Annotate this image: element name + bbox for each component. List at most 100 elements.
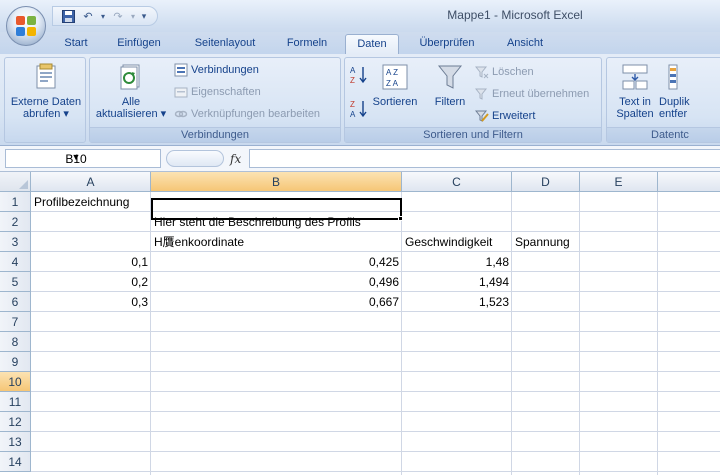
- svg-text:A: A: [350, 66, 356, 75]
- gridline: [31, 391, 720, 392]
- insert-function-icon[interactable]: fx: [230, 152, 241, 166]
- reapply-button[interactable]: Erneut übernehmen: [474, 85, 589, 103]
- group-sort-filter: AZ ZA A ZZ A Sortieren Filtern Löschen E…: [344, 57, 602, 143]
- remove-duplicates-label: Duplik: [659, 96, 690, 108]
- formula-resize-handle[interactable]: [166, 150, 224, 167]
- gridline: [31, 471, 720, 472]
- remove-duplicates-label-2: entfer: [659, 108, 688, 120]
- external-data-icon: [32, 62, 60, 92]
- gridline: [31, 431, 720, 432]
- connections-button[interactable]: Verbindungen: [174, 61, 259, 79]
- row-header-8[interactable]: 8: [0, 332, 31, 352]
- properties-button[interactable]: Eigenschaften: [174, 83, 261, 101]
- group-external-data: Externe Daten abrufen ▾: [4, 57, 86, 143]
- office-button[interactable]: [6, 6, 46, 46]
- connections-icon: [174, 63, 188, 77]
- tab-formeln[interactable]: Formeln: [278, 34, 336, 54]
- clear-button[interactable]: Löschen: [474, 63, 534, 81]
- reapply-filter-icon: [474, 87, 489, 101]
- gridline: [31, 411, 720, 412]
- refresh-all-label-2: aktualisieren ▾: [95, 108, 167, 120]
- tab-start[interactable]: Start: [55, 34, 97, 54]
- text-to-columns-button[interactable]: Text in Spalten: [611, 62, 659, 120]
- sort-ascending-icon: AZ: [350, 66, 367, 85]
- row-header-5[interactable]: 5: [0, 272, 31, 292]
- formula-input[interactable]: [249, 149, 720, 168]
- formula-controls: fx: [164, 149, 249, 168]
- text-to-columns-label: Text in: [619, 96, 651, 108]
- tab-ueberpruefen[interactable]: Überprüfen: [408, 34, 486, 54]
- ribbon-tabs: Start Einfügen Seitenlayout Formeln Date…: [0, 32, 720, 54]
- edit-links-button[interactable]: Verknüpfungen bearbeiten: [174, 105, 320, 123]
- sort-icon: A Z Z A: [381, 62, 409, 92]
- tab-daten[interactable]: Daten: [345, 34, 399, 54]
- filter-button[interactable]: Filtern: [425, 62, 475, 108]
- external-data-label: Externe Daten: [10, 96, 82, 108]
- sort-descending-button[interactable]: ZA: [349, 98, 369, 120]
- select-all-corner[interactable]: [0, 172, 31, 192]
- svg-text:Z: Z: [350, 76, 355, 85]
- row-header-3[interactable]: 3: [0, 232, 31, 252]
- cell-a4[interactable]: 0,1: [31, 252, 151, 272]
- advanced-button[interactable]: Erweitert: [474, 107, 535, 125]
- fill-handle[interactable]: [398, 216, 403, 221]
- gridline: [579, 192, 580, 475]
- sort-ascending-button[interactable]: AZ: [349, 64, 369, 86]
- column-header-e[interactable]: E: [580, 172, 658, 192]
- advanced-filter-icon: [474, 109, 489, 123]
- window-title: Mappe1 - Microsoft Excel: [447, 8, 583, 22]
- filter-label: Filtern: [434, 96, 466, 108]
- cell-b5[interactable]: 0,496: [151, 272, 402, 292]
- cell-c5[interactable]: 1,494: [402, 272, 512, 292]
- svg-text:Z: Z: [350, 100, 355, 109]
- cell-c6[interactable]: 1,523: [402, 292, 512, 312]
- cell-b6[interactable]: 0,667: [151, 292, 402, 312]
- tab-seitenlayout[interactable]: Seitenlayout: [183, 34, 267, 54]
- tab-ansicht[interactable]: Ansicht: [497, 34, 553, 54]
- ribbon: Externe Daten abrufen ▾ Alle aktualisier…: [0, 54, 720, 146]
- tab-einfuegen[interactable]: Einfügen: [108, 34, 170, 54]
- links-icon: [174, 107, 188, 121]
- row-header-13[interactable]: 13: [0, 432, 31, 452]
- row-header-7[interactable]: 7: [0, 312, 31, 332]
- column-header-a[interactable]: A: [31, 172, 151, 192]
- row-header-1[interactable]: 1: [0, 192, 31, 212]
- filter-funnel-icon: [436, 62, 464, 92]
- connections-group-label: Verbindungen: [90, 127, 340, 142]
- row-header-4[interactable]: 4: [0, 252, 31, 272]
- cell-b3[interactable]: H贋enkoordinate: [151, 232, 247, 252]
- cell-a5[interactable]: 0,2: [31, 272, 151, 292]
- external-data-button[interactable]: Externe Daten abrufen ▾: [5, 62, 87, 120]
- row-header-11[interactable]: 11: [0, 392, 31, 412]
- cell-a1[interactable]: Profilbezeichnung: [31, 192, 132, 212]
- sort-button[interactable]: A Z Z A Sortieren: [369, 62, 421, 108]
- clear-filter-icon: [474, 65, 489, 79]
- row-header-9[interactable]: 9: [0, 352, 31, 372]
- name-box-dropdown-icon[interactable]: ▼: [6, 152, 146, 162]
- row-header-6[interactable]: 6: [0, 292, 31, 312]
- group-data-tools: Text in Spalten Duplik entfer Datentc: [606, 57, 720, 143]
- cell-a6[interactable]: 0,3: [31, 292, 151, 312]
- column-header-c[interactable]: C: [402, 172, 512, 192]
- data-tools-group-label: Datentc: [607, 127, 720, 142]
- cell-d3[interactable]: Spannung: [512, 232, 573, 252]
- sort-descending-icon: ZA: [350, 100, 367, 119]
- name-box[interactable]: B10 ▼: [5, 149, 161, 168]
- column-header-f[interactable]: [658, 172, 720, 192]
- text-to-columns-label-2: Spalten: [616, 108, 654, 120]
- gridline: [31, 331, 720, 332]
- row-header-10[interactable]: 10: [0, 372, 31, 392]
- remove-duplicates-button[interactable]: Duplik entfer: [659, 62, 699, 120]
- row-header-12[interactable]: 12: [0, 412, 31, 432]
- row-header-2[interactable]: 2: [0, 212, 31, 232]
- column-header-d[interactable]: D: [512, 172, 580, 192]
- cell-c4[interactable]: 1,48: [402, 252, 512, 272]
- refresh-all-button[interactable]: Alle aktualisieren ▾: [90, 62, 172, 120]
- active-cell-b10[interactable]: [151, 198, 402, 220]
- external-data-label-2: abrufen ▾: [23, 108, 69, 120]
- remove-duplicates-icon: [667, 62, 695, 92]
- cell-c3[interactable]: Geschwindigkeit: [402, 232, 495, 252]
- column-header-b[interactable]: B: [151, 172, 402, 192]
- row-header-14[interactable]: 14: [0, 452, 31, 472]
- cell-b4[interactable]: 0,425: [151, 252, 402, 272]
